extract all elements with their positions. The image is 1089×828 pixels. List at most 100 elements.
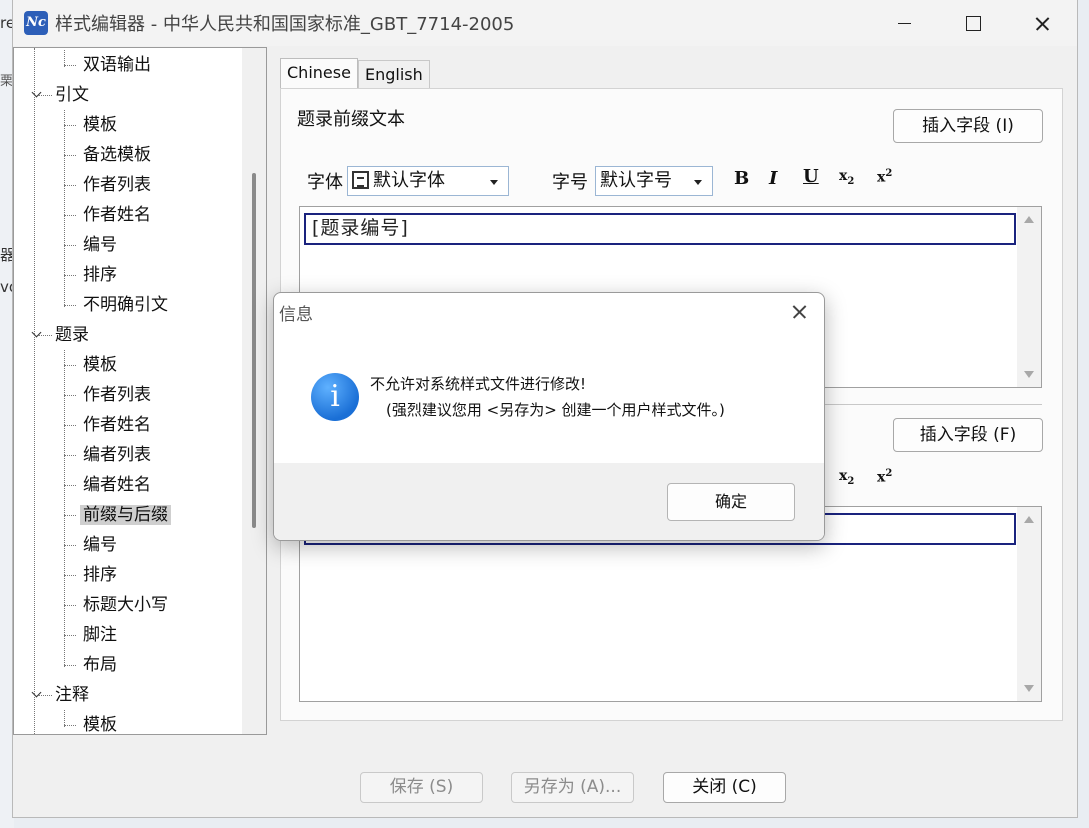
tree-connector: [64, 515, 76, 516]
window-title: 样式编辑器 - 中华人民共和国国家标准_GBT_7714-2005: [55, 14, 515, 35]
maximize-icon[interactable]: [949, 6, 995, 40]
scroll-up-icon[interactable]: [1024, 516, 1034, 523]
tree-connector: [38, 695, 52, 696]
save-button[interactable]: 保存 (S): [360, 772, 483, 803]
ok-button[interactable]: 确定: [667, 483, 795, 521]
tree-item-label: 模板: [83, 115, 117, 135]
tree-item[interactable]: 作者列表: [80, 380, 154, 410]
tree-item-label: 排序: [83, 565, 117, 585]
tree-item-label: 前缀与后缀: [80, 505, 171, 525]
tree-node[interactable]: 引文: [52, 80, 92, 110]
tree-connector: [64, 245, 76, 246]
tree-connector: [64, 605, 76, 606]
underline-button[interactable]: U: [803, 166, 819, 187]
tree-connector: [64, 65, 76, 66]
info-icon: i: [311, 373, 359, 421]
font-label: 字体: [307, 172, 343, 193]
tree-item-label: 排序: [83, 265, 117, 285]
dialog-close-icon[interactable]: [785, 299, 815, 325]
superscript-button-suffix[interactable]: x2: [877, 468, 892, 486]
chevron-down-icon: [694, 180, 702, 185]
tree-item-label: 布局: [83, 655, 117, 675]
tree-item[interactable]: 不明确引文: [80, 290, 171, 320]
style-tree[interactable]: 双语输出 引文 模板 备选模板 作者列表 作者姓名 编号 排序 不明确引文 题录 模板 作者列表 作者姓…: [13, 47, 267, 735]
tree-connector: [64, 425, 76, 426]
tab-chinese[interactable]: Chinese: [280, 58, 358, 90]
dialog-title: 信息: [279, 305, 313, 325]
italic-button[interactable]: I: [769, 168, 777, 189]
tree-connector: [64, 635, 76, 636]
close-button[interactable]: 关闭 (C): [663, 772, 786, 803]
tree-item[interactable]: 前缀与后缀: [80, 500, 171, 530]
prefix-editor-scrollbar[interactable]: [1017, 207, 1041, 387]
scroll-up-icon[interactable]: [1024, 216, 1034, 223]
tree-item[interactable]: 脚注: [80, 620, 120, 650]
subscript-button[interactable]: x2: [839, 168, 854, 187]
info-dialog: 信息 i 不允许对系统样式文件进行修改! (强烈建议您用 <另存为> 创建一个用…: [273, 292, 825, 541]
insert-field-button-prefix[interactable]: 插入字段 (I): [893, 109, 1043, 143]
dialog-message-line1: 不允许对系统样式文件进行修改!: [370, 375, 587, 393]
tree-item-label: 标题大小写: [83, 595, 168, 615]
tree-item[interactable]: 双语输出: [80, 50, 154, 80]
close-icon[interactable]: [1019, 6, 1065, 40]
scroll-down-icon[interactable]: [1024, 371, 1034, 378]
tree-item-label: 双语输出: [83, 55, 151, 75]
subscript-button-suffix[interactable]: x2: [839, 468, 854, 487]
tree-item[interactable]: 备选模板: [80, 140, 154, 170]
tree-item-label: 编号: [83, 535, 117, 555]
tree-item-label: 模板: [83, 355, 117, 375]
tree-scrollbar-thumb[interactable]: [252, 173, 256, 528]
tree-connector: [38, 335, 52, 336]
tree-connector: [64, 485, 76, 486]
tree-connector: [64, 110, 65, 307]
tree-connector: [64, 665, 76, 666]
tree-item-label: 编者姓名: [83, 475, 151, 495]
suffix-editor-scrollbar[interactable]: [1017, 507, 1041, 701]
tree-connector: [64, 725, 76, 726]
superscript-button[interactable]: x2: [877, 168, 892, 186]
tree-item-label: 脚注: [83, 625, 117, 645]
tree-item[interactable]: 编者姓名: [80, 470, 154, 500]
tree-item[interactable]: 编号: [80, 530, 120, 560]
size-select[interactable]: 默认字号: [595, 166, 713, 196]
prefix-field-text[interactable]: [题录编号]: [304, 213, 1016, 245]
tree-item-label: 不明确引文: [83, 295, 168, 315]
minimize-icon[interactable]: [881, 6, 927, 40]
tree-scrollbar[interactable]: [242, 48, 266, 734]
tab-english[interactable]: English: [358, 60, 430, 90]
tree-node[interactable]: 题录: [52, 320, 92, 350]
tree-item[interactable]: 编号: [80, 230, 120, 260]
scroll-down-icon[interactable]: [1024, 685, 1034, 692]
tree-item-label: 备选模板: [83, 145, 151, 165]
tree-item[interactable]: 作者列表: [80, 170, 154, 200]
tree-item-label: 作者姓名: [83, 205, 151, 225]
tree-connector: [34, 48, 35, 734]
tree-item[interactable]: 布局: [80, 650, 120, 680]
tree-item[interactable]: 编者列表: [80, 440, 154, 470]
font-select[interactable]: 默认字体: [347, 166, 509, 196]
tree-item[interactable]: 标题大小写: [80, 590, 171, 620]
tree-item[interactable]: 排序: [80, 560, 120, 590]
tree-connector: [64, 125, 76, 126]
dialog-message-line2: (强烈建议您用 <另存为> 创建一个用户样式文件。): [386, 401, 725, 419]
save-as-button[interactable]: 另存为 (A)...: [511, 772, 634, 803]
tree-connector: [64, 185, 76, 186]
tree-item-label: 题录: [55, 325, 89, 345]
tree-item[interactable]: 排序: [80, 260, 120, 290]
tree-item-label: 作者列表: [83, 385, 151, 405]
tree-item[interactable]: 模板: [80, 110, 120, 140]
tree-connector: [64, 155, 76, 156]
tree-connector: [64, 395, 76, 396]
tree-connector: [64, 365, 76, 366]
bold-button[interactable]: B: [734, 168, 749, 189]
tree-item-label: 作者列表: [83, 175, 151, 195]
tree-item[interactable]: 作者姓名: [80, 410, 154, 440]
tree-item[interactable]: 模板: [80, 350, 120, 380]
tree-connector: [64, 350, 65, 667]
tree-item[interactable]: 作者姓名: [80, 200, 154, 230]
tree-item[interactable]: 模板: [80, 710, 120, 734]
tree-item-label: 注释: [55, 685, 89, 705]
tree-node[interactable]: 注释: [52, 680, 92, 710]
tree-item-label: 编号: [83, 235, 117, 255]
insert-field-button-suffix[interactable]: 插入字段 (F): [893, 418, 1043, 452]
